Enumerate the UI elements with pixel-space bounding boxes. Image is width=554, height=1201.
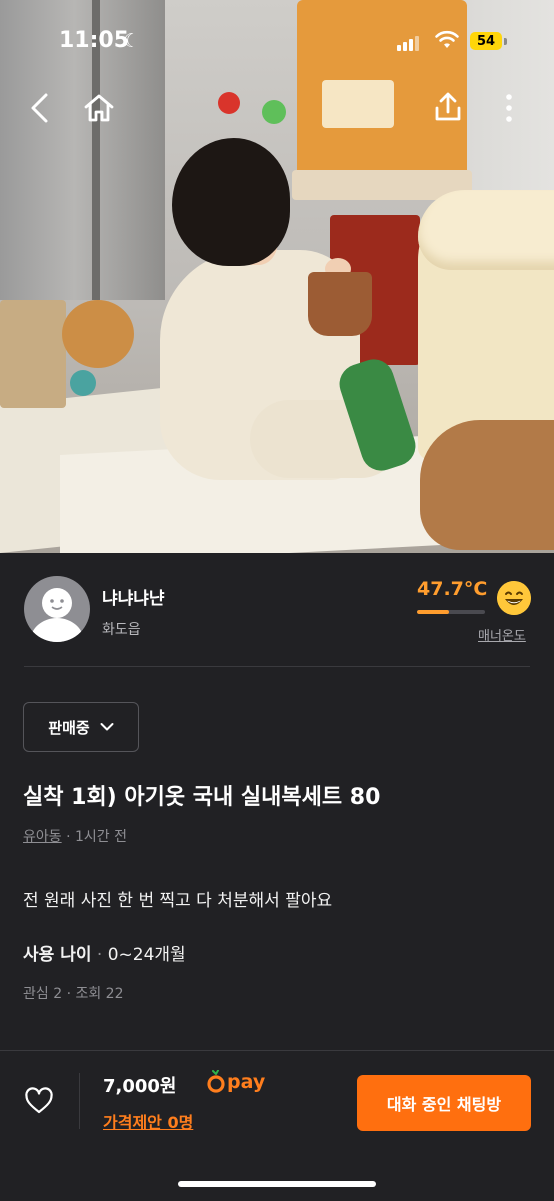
posted-time: · 1시간 전 <box>66 829 127 845</box>
manner-temperature-bar <box>417 610 485 614</box>
photo-bear-plush <box>420 420 554 550</box>
status-bar: 11:05 ☾ 54 <box>0 0 554 84</box>
more-vertical-icon[interactable] <box>500 93 518 123</box>
battery-tip <box>504 38 507 45</box>
product-title: 실착 1회) 아기옷 국내 실내복세트 80 <box>23 785 381 810</box>
sale-status-dropdown[interactable]: 판매중 <box>23 702 139 752</box>
photo-toy-ball <box>70 370 96 396</box>
smiley-icon <box>497 581 531 615</box>
avatar[interactable] <box>24 576 90 642</box>
age-value: 0~24개월 <box>107 945 186 965</box>
divider <box>24 666 530 667</box>
manner-temperature-link[interactable]: 매너온도 <box>478 625 526 644</box>
chevron-down-icon <box>100 723 114 731</box>
photo-toy-ball <box>262 100 286 124</box>
moon-icon: ☾ <box>123 30 141 52</box>
pay-label: pay <box>227 1071 266 1093</box>
product-meta: 유아동 · 1시간 전 <box>23 826 127 846</box>
age-label: 사용 나이 <box>23 945 92 965</box>
carrot-icon <box>207 1070 225 1093</box>
product-age: 사용 나이 · 0~24개월 <box>23 940 186 965</box>
manner-temperature-fill <box>417 610 450 614</box>
bottom-action-bar: 7,000원 pay 가격제안 0명 대화 중인 채팅방 <box>0 1050 554 1201</box>
price: 7,000원 <box>103 1076 177 1097</box>
price-offer-link[interactable]: 가격제안 0명 <box>103 1109 193 1133</box>
chat-rooms-button[interactable]: 대화 중인 채팅방 <box>357 1075 531 1131</box>
home-indicator <box>178 1181 376 1187</box>
photo-toy-ball <box>218 92 240 114</box>
back-icon[interactable] <box>28 92 52 124</box>
seller-name[interactable]: 냐냐냐냔 <box>102 584 165 609</box>
heart-icon[interactable] <box>24 1087 54 1115</box>
seller-info[interactable]: 냐냐냐냔 화도읍 47.7°C 매너온도 <box>0 553 554 667</box>
status-time: 11:05 <box>59 28 130 53</box>
signal-icon <box>397 36 419 51</box>
carrot-pay-badge: pay <box>207 1070 265 1094</box>
wifi-icon <box>435 30 459 48</box>
home-icon[interactable] <box>82 92 116 124</box>
product-description: 전 원래 사진 한 번 찍고 다 처분해서 팔아요 <box>23 891 333 911</box>
share-icon[interactable] <box>432 90 464 124</box>
category-link[interactable]: 유아동 <box>23 829 62 845</box>
photo-plush <box>62 300 134 368</box>
sale-status-label: 판매중 <box>48 718 90 737</box>
photo-box <box>0 300 66 408</box>
vertical-divider <box>79 1073 80 1129</box>
age-separator: · <box>96 945 103 965</box>
battery-level: 54 <box>476 33 496 49</box>
photo-baby-head <box>172 138 290 266</box>
avatar-face-icon <box>30 588 84 642</box>
photo-toy-cup <box>308 272 372 336</box>
product-stats: 관심 2 · 조회 22 <box>23 986 124 1002</box>
manner-temperature: 47.7°C <box>417 578 488 600</box>
battery-indicator: 54 <box>470 32 502 50</box>
seller-location: 화도읍 <box>102 622 141 638</box>
photo-ball-pool-rim <box>418 190 554 270</box>
